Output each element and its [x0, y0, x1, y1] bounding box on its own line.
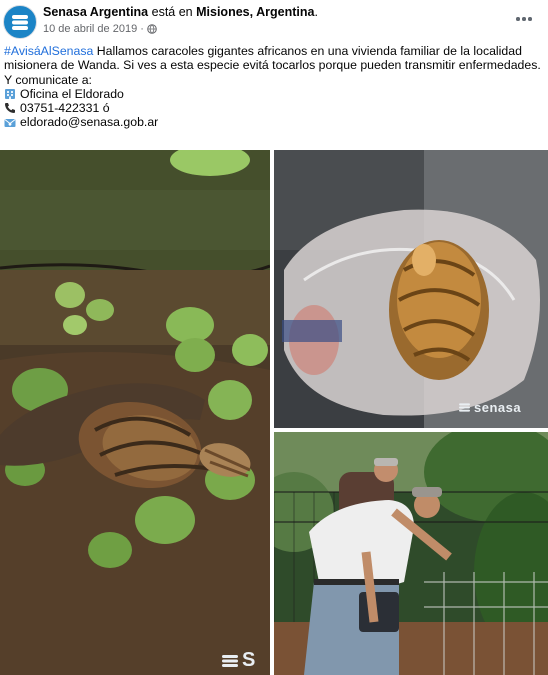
email-address[interactable]: eldorado@senasa.gob.ar: [20, 115, 158, 129]
watermark-full-text: senasa: [474, 400, 522, 415]
phone-number: 03751-422331 ó: [20, 101, 110, 116]
contact-intro: Y comunicate a:: [4, 72, 92, 87]
building-icon: [5, 89, 15, 100]
watermark-full: senasa: [459, 400, 521, 415]
more-options-icon: [516, 17, 520, 21]
telephone-icon: [5, 103, 15, 114]
post-date[interactable]: 10 de abril de 2019: [43, 23, 137, 35]
photo-garden-inspection[interactable]: [274, 432, 548, 675]
photo-snail-ground[interactable]: S: [0, 150, 270, 675]
photo-grid: S senasa: [0, 150, 548, 675]
more-options-button[interactable]: [514, 12, 534, 26]
globe-icon: [147, 24, 157, 34]
office-name: Oficina el Eldorado: [20, 86, 124, 101]
contact-office: Oficina el Eldorado: [4, 87, 544, 101]
post-header: Senasa Argentina está en Misiones, Argen…: [0, 0, 548, 42]
post-meta: 10 de abril de 2019 ·: [43, 23, 157, 35]
snail-ground-image: [0, 150, 270, 675]
hashtag-link[interactable]: #AvisáAlSenasa: [4, 44, 93, 58]
senasa-logo-icon: [12, 15, 28, 30]
post-text: #AvisáAlSenasa Hallamos caracoles gigant…: [4, 44, 544, 130]
contact-phone: 03751-422331 ó: [4, 101, 544, 115]
location-link[interactable]: Misiones, Argentina: [196, 5, 314, 19]
avatar[interactable]: [3, 5, 37, 39]
author-line: Senasa Argentina está en Misiones, Argen…: [43, 5, 318, 19]
author-verb: está en: [151, 5, 193, 19]
location-suffix: .: [314, 5, 318, 19]
post-body: #AvisáAlSenasa Hallamos caracoles gigant…: [4, 44, 544, 73]
senasa-logo-icon: [222, 654, 238, 667]
watermark-partial-text: S: [242, 649, 256, 671]
garden-inspection-image: [274, 432, 548, 675]
author-name[interactable]: Senasa Argentina: [43, 5, 148, 19]
contact-email: eldorado@senasa.gob.ar: [4, 115, 544, 129]
snail-bag-image: [274, 150, 548, 428]
senasa-logo-icon: [459, 403, 470, 412]
photo-snail-bag[interactable]: senasa: [274, 150, 548, 428]
envelope-icon: [4, 118, 16, 127]
watermark-partial: S: [222, 649, 256, 672]
